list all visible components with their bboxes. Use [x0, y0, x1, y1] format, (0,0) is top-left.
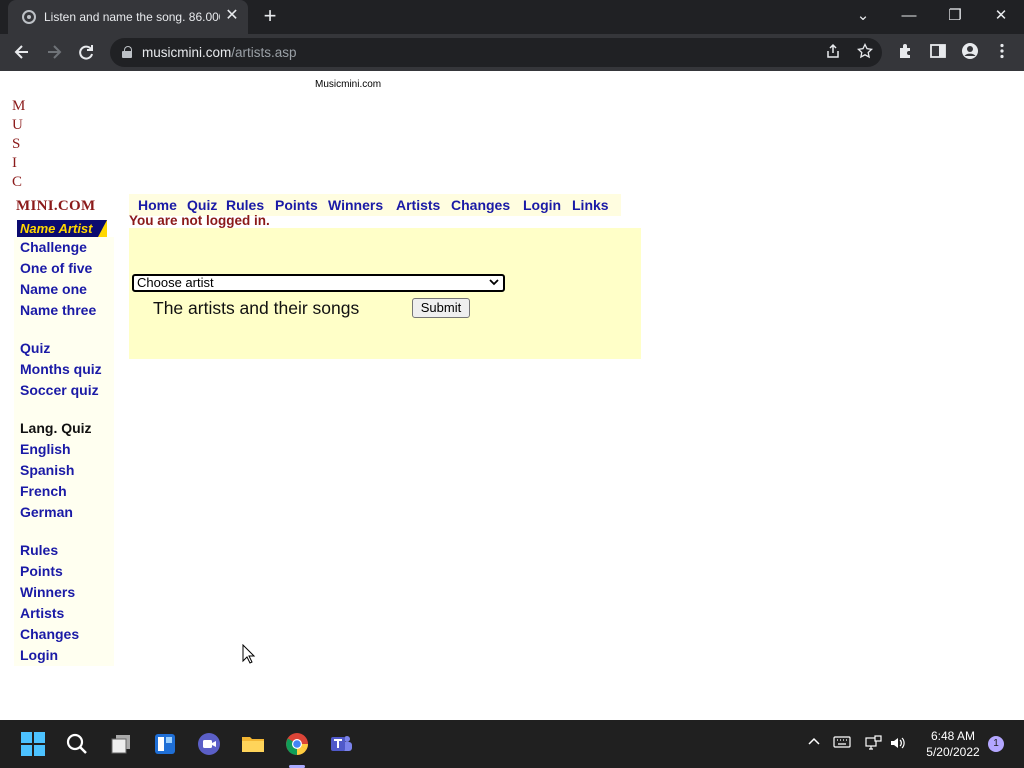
tab-search-icon[interactable]: ⌄: [853, 6, 873, 26]
logo-letter: U: [12, 117, 23, 133]
logo-letter: M: [12, 98, 26, 114]
widgets-icon[interactable]: [153, 732, 177, 756]
nav-rules[interactable]: Rules: [226, 197, 264, 213]
close-window-button[interactable]: ✕: [991, 6, 1011, 26]
address-bar[interactable]: musicmini.com/artists.asp: [110, 38, 882, 67]
sidebar-spacer: [14, 401, 114, 418]
browser-toolbar: musicmini.com/artists.asp: [0, 34, 1024, 71]
url-text[interactable]: musicmini.com/artists.asp: [142, 45, 297, 60]
clock-time: 6:48 AM: [930, 729, 976, 743]
sidebar-nav: Challenge One of five Name one Name thre…: [14, 237, 114, 666]
windows-taskbar: 6:48 AM 5/20/2022 1: [0, 720, 1024, 768]
sidebar-item-login[interactable]: Login: [14, 645, 114, 666]
minimize-button[interactable]: —: [899, 6, 919, 26]
sidebar-spacer: [14, 321, 114, 338]
sidebar-item-points[interactable]: Points: [14, 561, 114, 582]
nav-points[interactable]: Points: [275, 197, 318, 213]
artist-select-value: Choose artist: [137, 275, 214, 290]
nav-winners[interactable]: Winners: [328, 197, 383, 213]
teams-chat-icon[interactable]: [197, 732, 221, 756]
sidebar-item-challenge[interactable]: Challenge: [14, 237, 114, 258]
submit-button[interactable]: Submit: [412, 298, 470, 318]
sidebar-lang-quiz-label: Lang. Quiz: [20, 420, 92, 436]
clock-date: 5/20/2022: [926, 745, 980, 759]
back-icon[interactable]: [12, 42, 32, 62]
tab-title: Listen and name the song. 86.000: [44, 10, 220, 24]
chevron-up-icon[interactable]: [805, 735, 823, 753]
start-menu-icon[interactable]: [21, 732, 45, 756]
site-header-text: Musicmini.com: [315, 79, 382, 90]
artist-panel: Choose artist The artists and their song…: [129, 228, 641, 359]
sidebar-item-english[interactable]: English: [14, 439, 114, 460]
profile-icon[interactable]: [960, 42, 980, 62]
extensions-icon[interactable]: [896, 42, 916, 62]
name-artist-badge[interactable]: Name Artist: [17, 220, 107, 237]
new-tab-button[interactable]: +: [260, 5, 280, 27]
sidebar-item-changes[interactable]: Changes: [14, 624, 114, 645]
nav-home[interactable]: Home: [138, 197, 177, 213]
artist-select[interactable]: Choose artist: [132, 274, 505, 292]
reload-icon[interactable]: [76, 42, 96, 62]
sidebar-spacer: [14, 523, 114, 540]
panel-description: The artists and their songs: [153, 298, 360, 318]
sidebar-item-name-one[interactable]: Name one: [14, 279, 114, 300]
chrome-icon[interactable]: [285, 732, 309, 756]
task-view-icon[interactable]: [109, 732, 133, 756]
volume-icon[interactable]: [889, 735, 907, 753]
sidebar-item-winners[interactable]: Winners: [14, 582, 114, 603]
sidebar-item-quiz[interactable]: Quiz: [14, 338, 114, 359]
nav-links[interactable]: Links: [572, 197, 609, 213]
web-page: Musicmini.com M U S I C MINI.COM Name Ar…: [0, 71, 1024, 720]
keyboard-icon[interactable]: [833, 735, 851, 753]
browser-tab[interactable]: Listen and name the song. 86.000 ✕: [8, 0, 248, 34]
nav-login[interactable]: Login: [523, 197, 561, 213]
share-icon[interactable]: [824, 43, 842, 61]
vertical-logo: M U S I C: [12, 97, 32, 192]
browser-titlebar: Listen and name the song. 86.000 ✕ + ⌄ —…: [0, 0, 1024, 34]
sidebar-item-rules[interactable]: Rules: [14, 540, 114, 561]
file-explorer-icon[interactable]: [241, 732, 265, 756]
sidebar-item-french[interactable]: French: [14, 481, 114, 502]
forward-icon[interactable]: [44, 42, 64, 62]
logo-letter: S: [12, 136, 21, 152]
system-clock[interactable]: 6:48 AM 5/20/2022: [918, 728, 988, 760]
side-panel-icon[interactable]: [928, 42, 948, 62]
teams-icon[interactable]: [329, 732, 353, 756]
sidebar-item-artists[interactable]: Artists: [14, 603, 114, 624]
login-status: You are not logged in.: [129, 213, 270, 228]
nav-quiz[interactable]: Quiz: [187, 197, 217, 213]
browser-menu-icon[interactable]: [992, 42, 1012, 62]
sidebar-item-one-of-five[interactable]: One of five: [14, 258, 114, 279]
globe-icon: [22, 10, 36, 24]
logo-letter: I: [12, 155, 17, 171]
bookmark-star-icon[interactable]: [856, 42, 874, 61]
sidebar-item-german[interactable]: German: [14, 502, 114, 523]
sidebar-item-spanish[interactable]: Spanish: [14, 460, 114, 481]
mouse-cursor-icon: [242, 643, 256, 664]
logo-letter: C: [12, 174, 23, 190]
restore-button[interactable]: ❐: [945, 6, 965, 26]
nav-artists[interactable]: Artists: [396, 197, 440, 213]
search-icon[interactable]: [65, 732, 89, 756]
sidebar-item-name-three[interactable]: Name three: [14, 300, 114, 321]
close-tab-icon[interactable]: ✕: [224, 8, 240, 24]
sidebar-item-months-quiz[interactable]: Months quiz: [14, 359, 114, 380]
sidebar-item-soccer-quiz[interactable]: Soccer quiz: [14, 380, 114, 401]
lock-icon[interactable]: [122, 46, 132, 58]
nav-changes[interactable]: Changes: [451, 197, 510, 213]
network-icon[interactable]: [864, 735, 882, 753]
site-logo-text: MINI.COM: [16, 198, 96, 214]
notification-badge[interactable]: 1: [988, 736, 1004, 752]
chevron-down-icon: [489, 277, 499, 291]
